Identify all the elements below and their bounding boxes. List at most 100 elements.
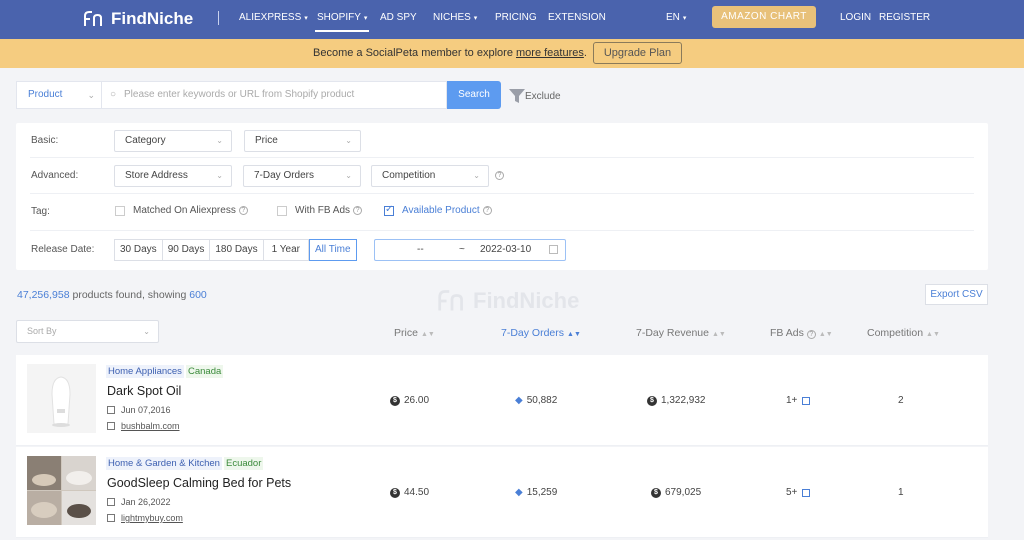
col-7day-orders[interactable]: 7-Day Orders ▲▼ [501,327,581,339]
findniche-logo[interactable]: FindNiche [83,9,193,29]
search-type-select[interactable]: Product ⌄ [16,81,102,109]
col-competition[interactable]: Competition ▲▼ [867,327,940,339]
checkbox[interactable] [277,205,287,216]
nav-extension[interactable]: EXTENSION [548,12,606,23]
nav-divider [218,11,219,25]
product-date: Jun 07,2016 [107,405,171,415]
release-30-days[interactable]: 30 Days [114,239,163,261]
diffuser-image [27,364,96,433]
country-tag[interactable]: Canada [186,365,224,378]
advanced-label: Advanced: [31,170,79,181]
sort-by-select[interactable]: Sort By ⌄ [16,320,159,343]
sort-icon: ▲▼ [711,331,726,338]
date-range-picker[interactable]: -- ~ 2022-03-10 [374,239,566,261]
col-fb-ads[interactable]: FB Ads? ▲▼ [770,327,833,339]
watermark-logo: FindNiche [437,288,579,314]
product-store-link[interactable]: bushbalm.com [107,421,180,431]
product-row[interactable]: Home & Garden & Kitchen Ecuador GoodSlee… [16,447,988,538]
product-orders: ◆ 15,259 [515,487,558,498]
product-fb-ads[interactable]: 1+ [786,395,811,406]
product-date: Jan 26,2022 [107,497,171,507]
competition-dropdown[interactable]: Competition ⌄ [371,165,489,187]
release-90-days[interactable]: 90 Days [162,239,211,261]
language-select[interactable]: EN ▾ [666,12,686,23]
chevron-down-icon: ⌄ [87,90,95,100]
results-showing: 600 [189,289,207,301]
chevron-down-icon: ⌄ [216,136,223,145]
promo-banner: Become a SocialPeta member to explore mo… [0,39,1024,68]
price-dropdown[interactable]: Price ⌄ [244,130,361,152]
product-fb-ads[interactable]: 5+ [786,487,811,498]
col-7day-revenue[interactable]: 7-Day Revenue ▲▼ [636,327,726,339]
chevron-down-icon: ⌄ [143,327,150,336]
calendar-icon [549,245,558,254]
checkbox[interactable] [115,205,125,216]
dollar-icon: $ [390,487,400,498]
help-icon[interactable]: ? [353,206,363,215]
product-name[interactable]: Dark Spot Oil [107,384,181,398]
release-date-options: 30 Days 90 Days 180 Days 1 Year All Time [114,239,357,261]
chevron-down-icon: ⌄ [473,171,480,180]
tag-with-fb-ads[interactable]: With FB Ads? [277,205,363,216]
nav-aliexpress[interactable]: ALIEXPRESS ▾ [239,12,308,23]
tag-filter-row: Tag: Matched On Aliexpress? With FB Ads?… [16,202,988,237]
release-180-days[interactable]: 180 Days [210,239,264,261]
chevron-down-icon: ⌄ [345,136,352,145]
banner-text: Become a SocialPeta member to explore mo… [313,47,587,59]
checkbox-checked[interactable] [384,204,394,216]
product-orders: ◆ 50,882 [515,395,558,406]
logo-text: FindNiche [111,9,194,28]
calendar-icon [107,406,115,414]
nav-shopify[interactable]: SHOPIFY ▾ [314,12,370,32]
login-link[interactable]: LOGIN [840,12,871,23]
results-count: 47,256,958 [17,289,70,301]
chevron-down-icon: ▾ [304,15,308,22]
country-tag[interactable]: Ecuador [224,457,264,470]
export-csv-button[interactable]: Export CSV [925,284,988,305]
exclude-label: Exclude [525,90,561,102]
product-thumbnail[interactable] [27,364,96,433]
category-tag[interactable]: Home Appliances [106,365,184,378]
category-dropdown[interactable]: Category ⌄ [114,130,232,152]
store-address-dropdown[interactable]: Store Address ⌄ [114,165,232,187]
filter-panel: Basic: Category ⌄ Price ⌄ Advanced: Store … [16,123,988,270]
pet-bed-image [27,456,96,525]
product-store-link[interactable]: lightmybuy.com [107,513,183,523]
sort-icon: ▲▼ [420,331,435,338]
release-all-time[interactable]: All Time [309,239,357,261]
product-price: $44.50 [390,487,429,498]
orders-dropdown[interactable]: 7-Day Orders ⌄ [243,165,361,187]
nav-pricing[interactable]: PRICING [495,12,537,23]
register-link[interactable]: REGISTER [879,12,930,23]
product-price: $26.00 [390,395,429,406]
sort-icon: ▲▼ [818,331,833,338]
help-icon[interactable]: ? [238,206,248,215]
amazon-chart-button[interactable]: AMAZON CHART [712,6,816,28]
tag-icon: ◆ [515,487,523,498]
help-icon[interactable]: ? [806,330,816,339]
search-input[interactable]: ○ Please enter keywords or URL from Shop… [102,81,447,109]
divider [30,230,974,231]
exclude-button[interactable]: Exclude [509,88,561,104]
col-price[interactable]: Price ▲▼ [394,327,435,339]
product-row[interactable]: Home Appliances Canada Dark Spot Oil Jun… [16,355,988,446]
product-name[interactable]: GoodSleep Calming Bed for Pets [107,476,291,490]
product-thumbnail[interactable] [27,456,96,525]
calendar-icon [107,498,115,506]
nav-ad-spy[interactable]: AD SPY [380,12,417,23]
sort-icon: ▲▼ [926,331,940,338]
upgrade-plan-button[interactable]: Upgrade Plan [593,42,682,64]
help-icon[interactable]: ? [495,171,504,180]
external-link-icon[interactable] [802,396,811,405]
more-features-link[interactable]: more features [516,47,584,59]
external-link-icon[interactable] [802,488,811,497]
tag-available-product[interactable]: Available Product? [384,204,492,216]
release-1-year[interactable]: 1 Year [263,239,309,261]
nav-niches[interactable]: NICHES ▾ [433,12,477,23]
help-icon[interactable]: ? [482,206,492,215]
search-button[interactable]: Search [447,81,501,109]
tag-label: Tag: [31,206,50,217]
tag-matched-aliexpress[interactable]: Matched On Aliexpress? [115,205,248,216]
category-tag[interactable]: Home & Garden & Kitchen [106,457,222,470]
chevron-down-icon: ▾ [363,15,368,22]
